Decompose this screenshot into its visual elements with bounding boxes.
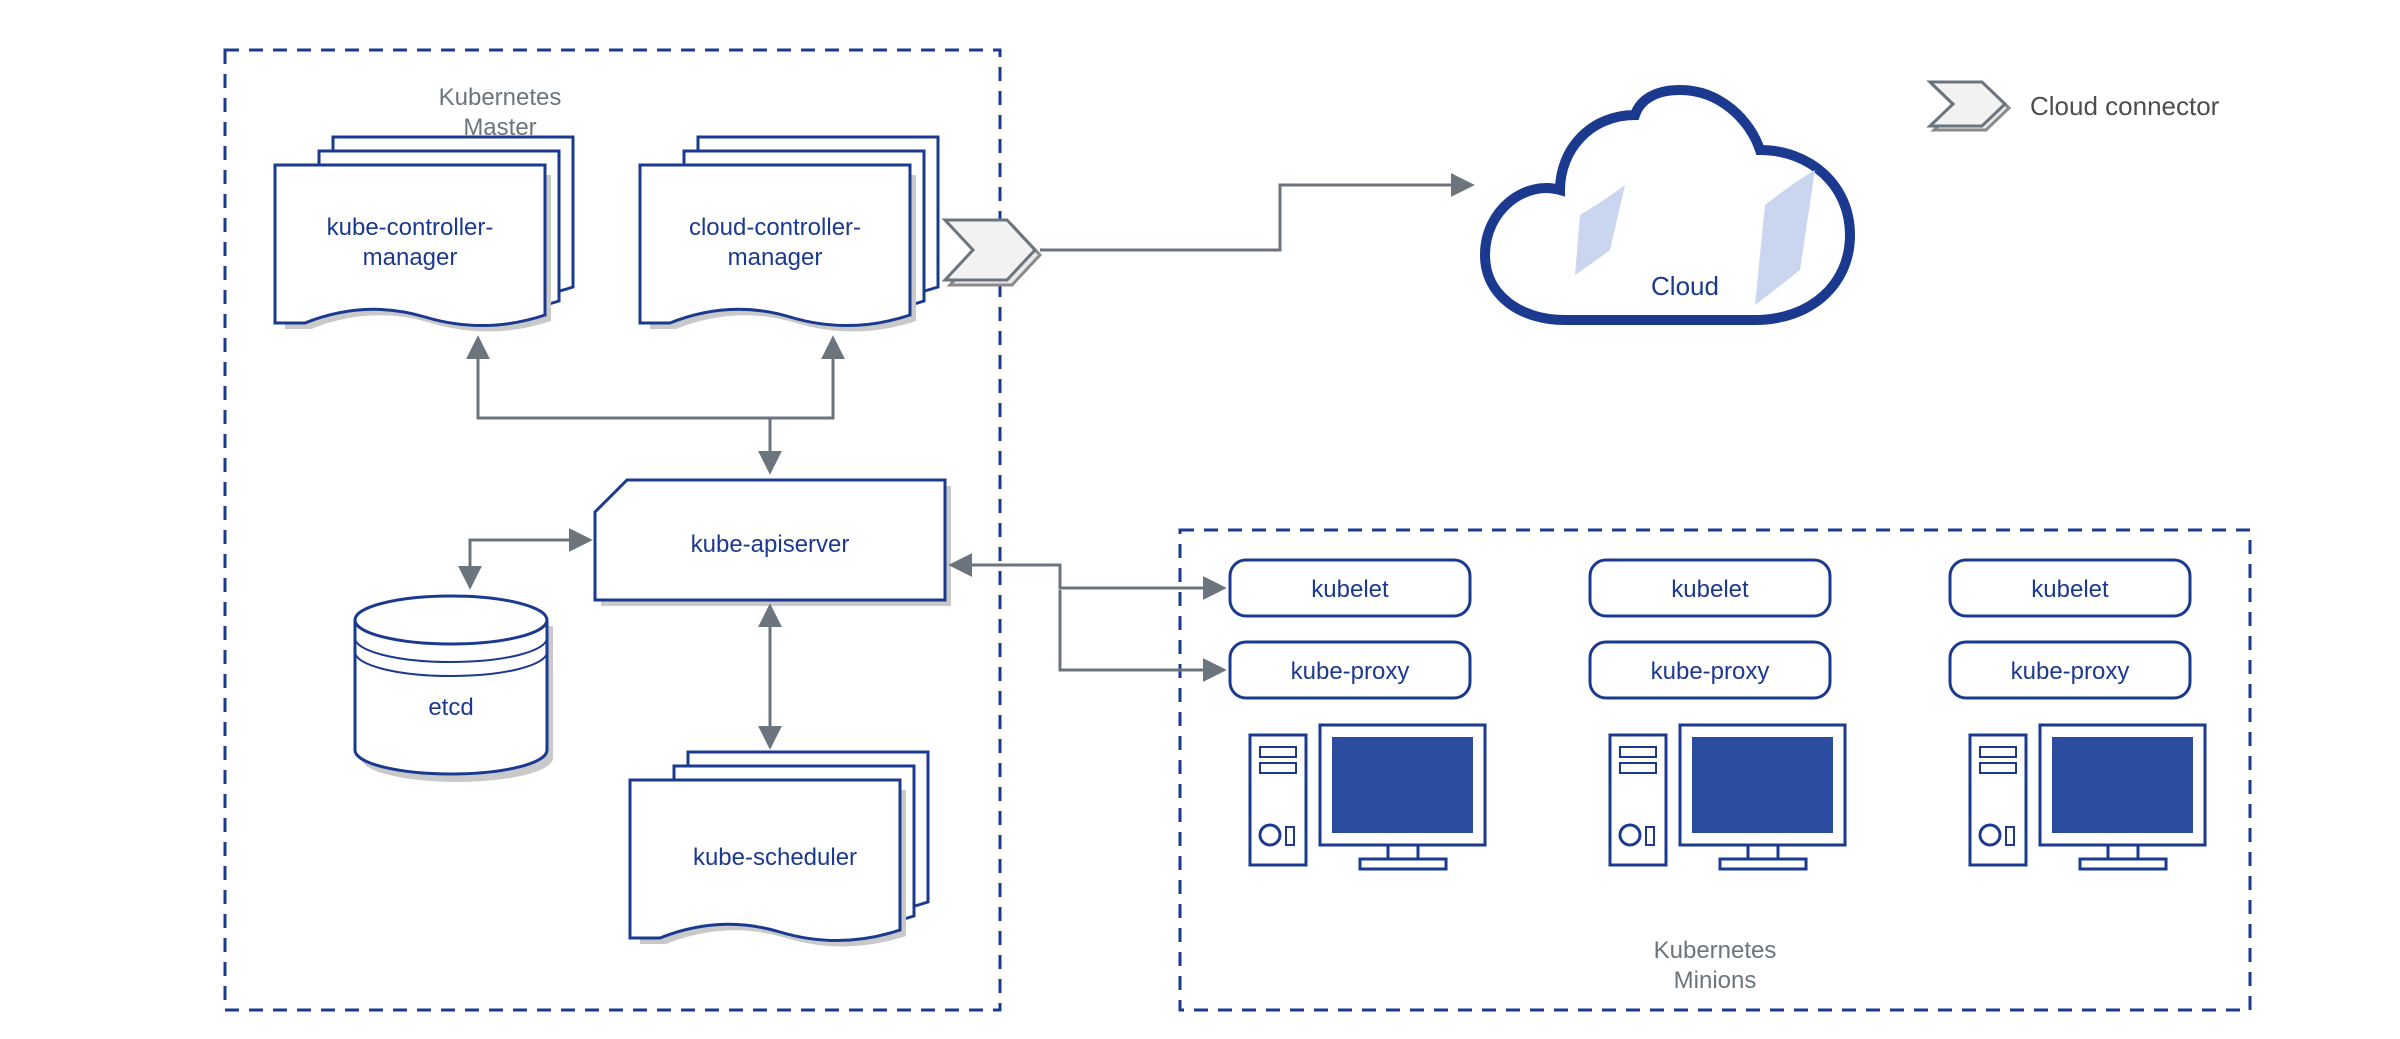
arrow-apiserver-kubelet [953, 565, 1222, 588]
scheduler-label: kube-scheduler [693, 844, 857, 871]
etcd: etcd [355, 596, 553, 782]
cloud-connector-chevron [945, 220, 1040, 285]
kube-controller-manager: kube-controller- manager [275, 137, 573, 332]
minion-node-0: kubelet kube-proxy [1230, 560, 1485, 869]
kube-proxy-label-0: kube-proxy [1291, 658, 1410, 685]
ccm-label-1: cloud-controller- [689, 214, 861, 241]
arrow-apiserver-ccm [770, 340, 833, 418]
master-group-label-1: Kubernetes [439, 84, 562, 111]
cloud-icon: Cloud [1485, 90, 1850, 320]
kubelet-label-0: kubelet [1311, 576, 1389, 603]
arrow-connector-to-cloud [1040, 185, 1470, 250]
chevron-connector-icon [1930, 82, 2009, 130]
kube-apiserver: kube-apiserver [595, 480, 951, 606]
kubelet-label-1: kubelet [1671, 576, 1749, 603]
minion-node-2: kubelet kube-proxy [1950, 560, 2205, 869]
kube-scheduler: kube-scheduler [630, 752, 928, 947]
kube-proxy-label-1: kube-proxy [1651, 658, 1770, 685]
kcm-label-2: manager [363, 244, 458, 271]
apiserver-label: kube-apiserver [691, 531, 850, 558]
etcd-label: etcd [428, 694, 473, 721]
arrow-apiserver-kcm [478, 340, 770, 470]
arrow-apiserver-kubeproxy [1060, 590, 1222, 670]
arrow-apiserver-etcd [470, 540, 588, 585]
kube-proxy-label-2: kube-proxy [2011, 658, 2130, 685]
ccm-label-2: manager [728, 244, 823, 271]
computer-icon [1610, 725, 1845, 869]
cloud-controller-manager: cloud-controller- manager [640, 137, 938, 332]
cloud-label: Cloud [1651, 271, 1719, 301]
minion-node-1: kubelet kube-proxy [1590, 560, 1845, 869]
computer-icon [1250, 725, 1485, 869]
computer-icon [1970, 725, 2205, 869]
legend-label: Cloud connector [2030, 91, 2220, 121]
kcm-label-1: kube-controller- [327, 214, 494, 241]
kubelet-label-2: kubelet [2031, 576, 2109, 603]
minions-group-label-1: Kubernetes [1654, 937, 1777, 964]
minions-group-label-2: Minions [1674, 967, 1757, 994]
legend-cloud-connector: Cloud connector [1930, 82, 2220, 130]
